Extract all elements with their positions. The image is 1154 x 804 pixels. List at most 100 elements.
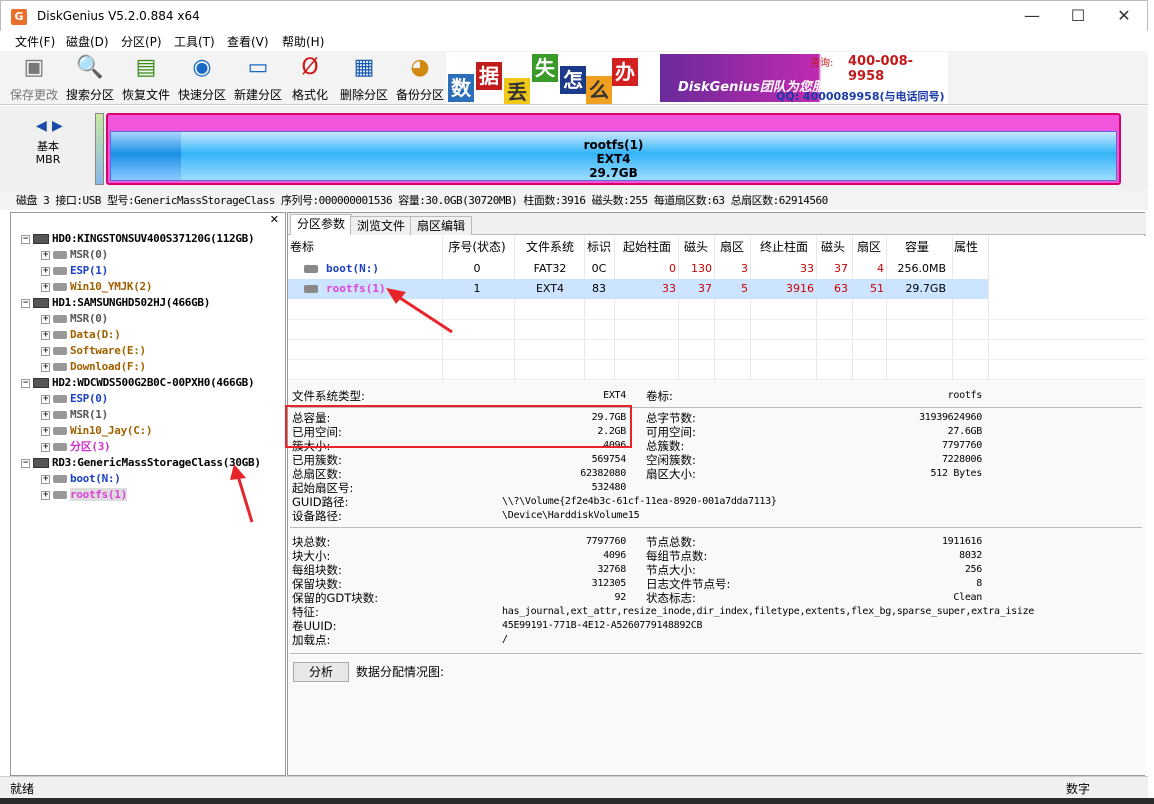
table-cell: 0C: [591, 262, 607, 275]
save-changes-button[interactable]: ▣ 保存更改: [6, 53, 62, 105]
expand-toggle-icon[interactable]: +: [41, 410, 50, 420]
expand-toggle-icon[interactable]: −: [21, 298, 30, 308]
expand-toggle-icon[interactable]: +: [41, 346, 50, 356]
tree-partition-node[interactable]: + Data(D:): [41, 327, 121, 342]
search-partition-button[interactable]: 🔍 搜索分区: [62, 53, 118, 105]
expand-toggle-icon[interactable]: −: [21, 234, 30, 244]
menu-partition[interactable]: 分区(P): [121, 33, 162, 50]
expand-toggle-icon[interactable]: +: [41, 282, 50, 292]
tree-node-label: rootfs(1): [70, 488, 127, 501]
column-header[interactable]: 磁头: [680, 237, 712, 257]
recover-files-button[interactable]: ▤ 恢复文件: [118, 53, 174, 105]
partition-icon: [53, 475, 67, 483]
column-header[interactable]: 卷标: [290, 237, 440, 257]
tree-disk-node[interactable]: − RD3:GenericMassStorageClass(30GB): [21, 455, 261, 470]
expand-toggle-icon[interactable]: +: [41, 330, 50, 340]
tree-partition-node[interactable]: + Win10_Jay(C:): [41, 423, 153, 438]
tree-partition-node[interactable]: + MSR(1): [41, 407, 108, 422]
tab-sector-edit[interactable]: 扇区编辑: [410, 216, 473, 235]
tree-disk-node[interactable]: − HD0:KINGSTONSUV400S37120G(112GB): [21, 231, 255, 246]
expand-toggle-icon[interactable]: +: [41, 442, 50, 452]
tree-disk-node[interactable]: − HD1:SAMSUNGHD502HJ(466GB): [21, 295, 210, 310]
column-header[interactable]: 终止柱面: [754, 237, 814, 257]
next-disk-arrow-icon[interactable]: ▶: [52, 118, 63, 134]
menu-disk[interactable]: 磁盘(D): [66, 33, 109, 50]
tree-partition-node[interactable]: + Win10_YMJK(2): [41, 279, 153, 294]
partition-icon: [53, 347, 67, 355]
quick-partition-button[interactable]: ◉ 快速分区: [174, 53, 230, 105]
table-cell: 3: [741, 262, 748, 275]
close-button[interactable]: ✕: [1101, 1, 1147, 31]
tree-node-label: Data(D:): [70, 328, 121, 341]
column-header[interactable]: 属性: [954, 237, 984, 257]
column-header[interactable]: 扇区: [716, 237, 748, 257]
expand-toggle-icon[interactable]: +: [41, 394, 50, 404]
menu-file[interactable]: 文件(F): [15, 33, 55, 50]
table-cell: 37: [698, 282, 712, 295]
close-pane-icon[interactable]: ✕: [270, 213, 279, 226]
tree-partition-node[interactable]: + MSR(0): [41, 311, 108, 326]
app-icon: G: [11, 9, 27, 25]
menu-view[interactable]: 查看(V): [227, 33, 269, 50]
detail-value: 4096: [603, 550, 626, 561]
tree-partition-node[interactable]: + boot(N:): [41, 471, 121, 486]
detail-value: 569754: [591, 454, 627, 465]
column-header[interactable]: 容量: [888, 237, 946, 257]
expand-toggle-icon[interactable]: +: [41, 490, 50, 500]
table-cell: EXT4: [535, 282, 564, 295]
expand-toggle-icon[interactable]: −: [21, 458, 30, 468]
partition-icon: [53, 411, 67, 419]
expand-toggle-icon[interactable]: +: [41, 362, 50, 372]
menu-tools[interactable]: 工具(T): [174, 33, 215, 50]
partition-map-block[interactable]: rootfs(1) EXT4 29.7GB: [106, 113, 1121, 185]
expand-toggle-icon[interactable]: −: [21, 378, 30, 388]
format-button[interactable]: Ø 格式化: [282, 53, 338, 105]
column-header[interactable]: 起始柱面: [618, 237, 676, 257]
table-cell: boot(N:): [326, 262, 379, 275]
hard-disk-icon: [33, 458, 49, 468]
banner-char: 么: [586, 76, 612, 104]
expand-toggle-icon[interactable]: +: [41, 266, 50, 276]
trash-icon: ▦: [353, 55, 375, 80]
partition-icon: [53, 427, 67, 435]
tab-browse-files[interactable]: 浏览文件: [350, 216, 413, 235]
delete-partition-button[interactable]: ▦ 删除分区: [336, 53, 392, 105]
tree-partition-node[interactable]: + 分区(3): [41, 439, 111, 454]
backup-partition-button[interactable]: ◕ 备份分区: [392, 53, 448, 105]
tab-partition-params[interactable]: 分区参数: [290, 214, 353, 235]
tree-partition-node[interactable]: + rootfs(1): [41, 487, 127, 502]
prev-disk-arrow-icon[interactable]: ◀: [36, 118, 47, 134]
disk-type-label: 基本 MBR: [35, 140, 61, 166]
partition-icon: [53, 331, 67, 339]
expand-toggle-icon[interactable]: +: [41, 426, 50, 436]
partition-icon: [53, 251, 67, 259]
banner-qq: QQ: 4000089958(与电话同号): [776, 90, 945, 103]
detail-value: 532480: [591, 482, 627, 493]
new-partition-button[interactable]: ▭ 新建分区: [230, 53, 286, 105]
column-header[interactable]: 序号(状态): [443, 237, 511, 257]
table-cell: 0: [473, 262, 481, 275]
expand-toggle-icon[interactable]: +: [41, 474, 50, 484]
features-value: has_journal,ext_attr,resize_inode,dir_in…: [502, 606, 1035, 617]
tree-partition-node[interactable]: + ESP(0): [41, 391, 108, 406]
column-header[interactable]: 标识: [586, 237, 612, 257]
unallocated-strip[interactable]: [95, 113, 104, 185]
column-header[interactable]: 扇区: [854, 237, 884, 257]
minimize-button[interactable]: —: [1009, 1, 1055, 31]
tree-disk-node[interactable]: − HD2:WDCWDS500G2B0C-00PXH0(466GB): [21, 375, 255, 390]
ad-banner[interactable]: 数 据 丢 失 怎 么 办 DiskGenius团队为您服务! 咨询: 400-…: [446, 52, 948, 104]
column-header[interactable]: 磁头: [818, 237, 848, 257]
expand-toggle-icon[interactable]: +: [41, 314, 50, 324]
tree-partition-node[interactable]: + Software(E:): [41, 343, 146, 358]
column-header[interactable]: 文件系统: [516, 237, 584, 257]
partition-icon: [53, 267, 67, 275]
menu-help[interactable]: 帮助(H): [282, 33, 324, 50]
maximize-button[interactable]: ☐: [1055, 1, 1101, 31]
tree-partition-node[interactable]: + ESP(1): [41, 263, 108, 278]
title-bar: G DiskGenius V5.2.0.884 x64 — ☐ ✕: [0, 0, 1148, 31]
tree-partition-node[interactable]: + MSR(0): [41, 247, 108, 262]
expand-toggle-icon[interactable]: +: [41, 250, 50, 260]
detail-label: 空闲簇数:: [646, 453, 696, 467]
analyze-button[interactable]: 分析: [293, 662, 349, 682]
tree-partition-node[interactable]: + Download(F:): [41, 359, 146, 374]
